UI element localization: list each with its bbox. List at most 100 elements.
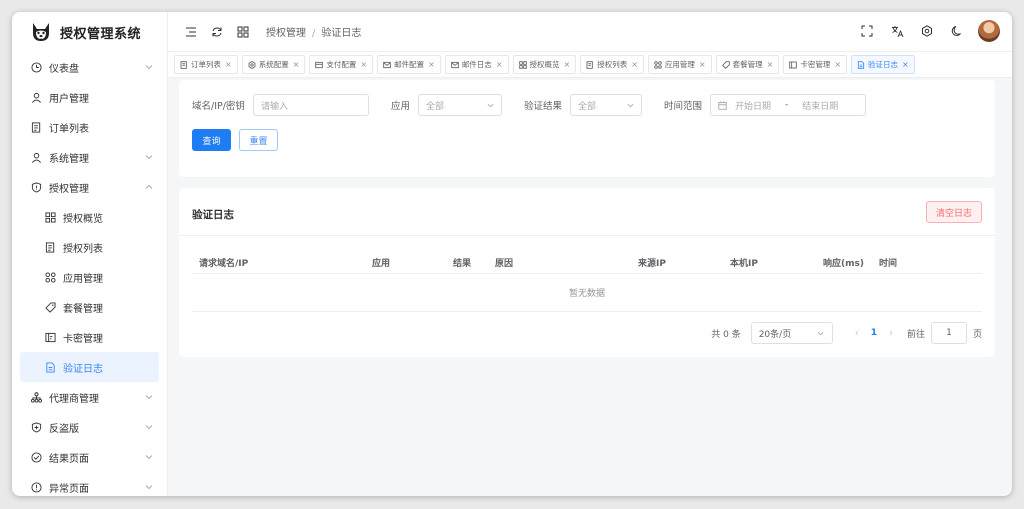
app-title: 授权管理系统: [60, 26, 142, 42]
sidebar-item-apps[interactable]: 应用管理: [12, 262, 167, 292]
user-icon: [30, 91, 42, 103]
tab-packages[interactable]: 套餐管理 ×: [715, 55, 780, 74]
document-list-icon: [180, 60, 187, 69]
sidebar-item-verify-log[interactable]: 验证日志: [20, 352, 159, 382]
sidebar-item-license-list[interactable]: 授权列表: [12, 232, 167, 262]
next-page-icon[interactable]: ›: [889, 328, 893, 339]
end-date-placeholder[interactable]: 结束日期: [802, 99, 838, 112]
org-chart-icon: [30, 391, 42, 403]
query-button[interactable]: 查询: [192, 129, 231, 151]
sidebar-item-users[interactable]: 用户管理: [12, 82, 167, 112]
tab-apps[interactable]: 应用管理 ×: [647, 55, 712, 74]
close-icon[interactable]: ×: [834, 60, 841, 69]
app-select-value: 全部: [425, 101, 444, 112]
sidebar-item-error-pages[interactable]: 异常页面: [12, 472, 167, 496]
range-separator: -: [785, 100, 789, 110]
reset-button[interactable]: 重置: [239, 129, 278, 151]
sidebar-item-system[interactable]: 系统管理: [12, 142, 167, 172]
sidebar: 授权管理系统 仪表盘 用户管理 订单列表 系统管理 授权管理 授权概览 授权列表…: [12, 12, 168, 496]
prev-page-icon[interactable]: ‹: [855, 328, 859, 339]
chevron-down-icon: [145, 455, 153, 460]
sidebar-item-label: 授权列表: [63, 243, 103, 255]
sidebar-item-label: 仪表盘: [49, 63, 79, 75]
close-icon[interactable]: ×: [496, 60, 503, 69]
tag-icon: [44, 301, 56, 313]
translate-icon[interactable]: [890, 24, 904, 38]
column-header[interactable]: 原因: [495, 256, 513, 269]
sidebar-item-packages[interactable]: 套餐管理: [12, 292, 167, 322]
sidebar-item-anti-piracy[interactable]: 反盗版: [12, 412, 167, 442]
tab-license-list[interactable]: 授权列表 ×: [580, 55, 644, 74]
grid-icon: [44, 211, 56, 223]
column-header[interactable]: 来源IP: [638, 256, 666, 269]
tab-cards[interactable]: 卡密管理 ×: [783, 55, 848, 74]
close-icon[interactable]: ×: [360, 60, 367, 69]
chevron-down-icon: [145, 425, 153, 430]
tab-label: 卡密管理: [800, 60, 831, 69]
close-icon[interactable]: ×: [564, 60, 571, 69]
tab-mail-config[interactable]: 邮件配置 ×: [377, 55, 441, 74]
sidebar-item-cards[interactable]: 卡密管理: [12, 322, 167, 352]
app-select[interactable]: 全部: [417, 94, 502, 116]
tab-payment-config[interactable]: 支付配置 ×: [309, 55, 374, 74]
refresh-icon[interactable]: [210, 25, 224, 39]
tab-label: 系统配置: [258, 60, 289, 69]
sidebar-item-dashboard[interactable]: 仪表盘: [12, 52, 167, 82]
time-range-label: 时间范围: [663, 101, 702, 112]
column-header[interactable]: 应用: [372, 256, 390, 269]
sidebar-item-result-pages[interactable]: 结果页面: [12, 442, 167, 472]
start-date-placeholder[interactable]: 开始日期: [735, 99, 771, 112]
page-size-select[interactable]: 20条/页: [750, 322, 833, 344]
close-icon[interactable]: ×: [428, 60, 435, 69]
menu-fold-icon[interactable]: [184, 25, 198, 39]
grid-icon[interactable]: [236, 25, 250, 39]
close-icon[interactable]: ×: [631, 60, 638, 69]
close-icon[interactable]: ×: [225, 60, 232, 69]
sidebar-item-agents[interactable]: 代理商管理: [12, 382, 167, 412]
tab-verify-log[interactable]: 验证日志 ×: [851, 55, 915, 74]
chevron-down-icon: [145, 155, 153, 160]
moon-icon[interactable]: [950, 24, 964, 38]
app-window: 授权管理系统 仪表盘 用户管理 订单列表 系统管理 授权管理 授权概览 授权列表…: [12, 12, 1012, 496]
close-icon[interactable]: ×: [699, 60, 706, 69]
tab-mail-log[interactable]: 邮件日志 ×: [444, 55, 509, 74]
breadcrumb-item-license[interactable]: 授权管理: [266, 28, 306, 39]
apps-icon: [654, 60, 662, 69]
breadcrumb-separator: /: [312, 28, 316, 39]
table-empty-state: 暂无数据: [192, 274, 982, 312]
goto-page-input[interactable]: 1: [930, 322, 967, 344]
result-select[interactable]: 全部: [569, 94, 642, 116]
tab-bar: 订单列表 × 系统配置 × 支付配置 × 邮件配置 × 邮件日志 × 授权概览 × 授权列表…: [168, 52, 1012, 78]
sidebar-item-orders[interactable]: 订单列表: [12, 112, 167, 142]
page-size-value: 20条/页: [758, 329, 792, 340]
close-icon[interactable]: ×: [902, 60, 909, 69]
document-icon: [857, 60, 865, 69]
page-number-current[interactable]: 1: [871, 328, 877, 338]
close-icon[interactable]: ×: [767, 60, 774, 69]
sidebar-item-label: 套餐管理: [63, 303, 103, 315]
column-header[interactable]: 响应(ms): [823, 256, 864, 269]
result-select-value: 全部: [577, 101, 596, 112]
sidebar-item-license[interactable]: 授权管理: [12, 172, 167, 202]
page-suffix: 页: [972, 329, 982, 340]
user-avatar[interactable]: [978, 20, 1000, 42]
date-range-picker[interactable]: 开始日期 - 结束日期: [709, 94, 866, 116]
sidebar-item-license-overview[interactable]: 授权概览: [12, 202, 167, 232]
close-icon[interactable]: ×: [293, 60, 300, 69]
domain-search-input[interactable]: 请输入: [252, 94, 369, 116]
panel-title: 验证日志: [192, 209, 234, 221]
table-header: 请求域名/IP 应用 结果 原因 来源IP 本机IP 响应(ms) 时间: [192, 252, 982, 274]
settings-gear-icon[interactable]: [920, 24, 934, 38]
column-header[interactable]: 结果: [453, 256, 471, 269]
column-header[interactable]: 请求域名/IP: [199, 256, 248, 269]
tab-system-config[interactable]: 系统配置 ×: [241, 55, 306, 74]
column-header[interactable]: 时间: [879, 256, 897, 269]
goto-label: 前往: [906, 329, 925, 340]
logo[interactable]: 授权管理系统: [12, 12, 167, 52]
chevron-down-icon: [145, 395, 153, 400]
tab-license-overview[interactable]: 授权概览 ×: [512, 55, 577, 74]
clear-logs-button[interactable]: 清空日志: [926, 201, 982, 223]
tab-orders[interactable]: 订单列表 ×: [174, 55, 238, 74]
fullscreen-icon[interactable]: [860, 24, 874, 38]
column-header[interactable]: 本机IP: [730, 256, 758, 269]
